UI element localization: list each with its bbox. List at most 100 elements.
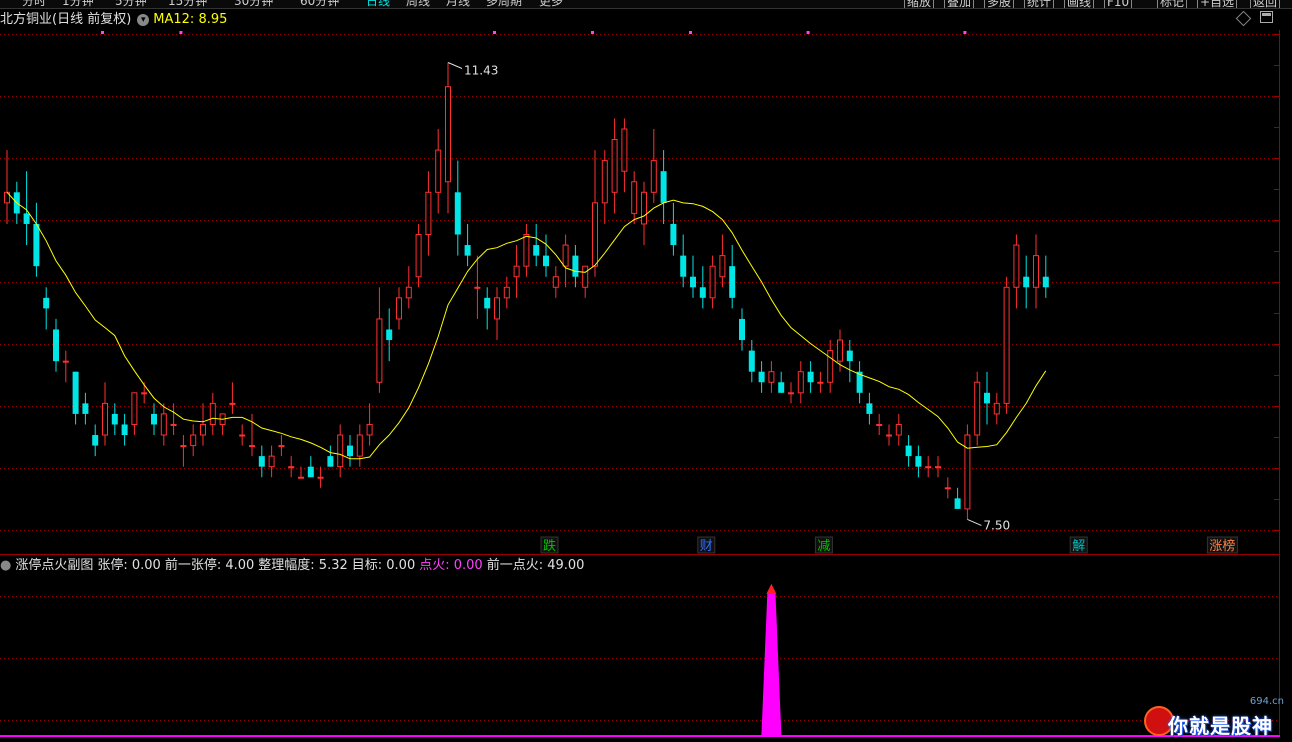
candle-body [23, 213, 30, 224]
toolbar-item[interactable]: 分时 [22, 0, 46, 8]
low-pointer [967, 518, 982, 526]
candle-body [454, 192, 461, 235]
candle-body [464, 245, 471, 256]
stock-title[interactable]: 北方铜业(日线 前复权) [0, 12, 131, 27]
candle-body [327, 456, 334, 467]
toolbar-button[interactable]: 叠加 [944, 0, 975, 8]
toolbar-item[interactable]: 30分钟 [234, 0, 273, 8]
candle-body [768, 371, 775, 383]
subchart-field: 前一张停: 4.00 [164, 558, 255, 573]
event-marker: 涨榜 [1209, 538, 1235, 554]
candle-body [572, 255, 579, 277]
candle-body [582, 265, 589, 288]
candle-body [258, 456, 265, 467]
subchart-field: 张停: 0.00 [97, 558, 161, 573]
candle-body [288, 466, 295, 469]
watermark: 694.cn 你就是股神 [1140, 696, 1290, 740]
signal-dot [179, 31, 183, 34]
toolbar-item[interactable]: 5分钟 [115, 0, 147, 8]
candle-body [200, 423, 206, 436]
candle-body [974, 381, 981, 436]
subchart[interactable] [0, 576, 1280, 741]
watermark-text: 你就是股神 [1168, 714, 1273, 738]
candle-body [709, 265, 716, 299]
window-icon[interactable] [1260, 11, 1273, 23]
candle-body [886, 434, 892, 437]
toolbar-item[interactable]: 月线 [446, 0, 470, 8]
candle-body [503, 286, 510, 299]
toolbar-button[interactable]: 标记 [1157, 0, 1188, 8]
toolbar-item[interactable]: 15分钟 [168, 0, 207, 8]
candle-body [209, 402, 216, 425]
candle-body [513, 265, 520, 278]
candle-body [229, 402, 236, 405]
toolbar-button[interactable]: 返回 [1250, 0, 1281, 8]
candle-body [650, 160, 657, 193]
subchart-name[interactable]: 涨停点火副图 [15, 558, 93, 573]
candle-body [72, 371, 79, 414]
toolbar-item[interactable]: 更多 [539, 0, 563, 8]
low-label: 7.50 [983, 518, 1010, 532]
candle-body [719, 255, 726, 278]
candle-body [876, 423, 883, 426]
candle-body [121, 424, 128, 436]
candle-body [690, 276, 696, 288]
watermark-url: 694.cn [1249, 696, 1284, 707]
indicator-dot-icon[interactable]: ● [0, 558, 11, 573]
toolbar-item[interactable]: 60分钟 [300, 0, 339, 8]
candle-body [699, 287, 706, 298]
toolbar-item[interactable]: 1分钟 [62, 0, 94, 8]
candle-body [82, 403, 89, 414]
toolbar-button[interactable]: 统计 [1024, 0, 1055, 8]
candle-body [797, 371, 804, 394]
candle-body [435, 149, 442, 193]
candle-body [160, 413, 167, 436]
candle-body [425, 191, 432, 236]
candle-body [915, 456, 922, 467]
toolbar-item[interactable]: 多周期 [486, 0, 522, 8]
candle-body [307, 466, 314, 478]
chevron-down-icon[interactable]: ▾ [137, 13, 150, 26]
candle-body [964, 434, 971, 510]
candle-body [131, 392, 138, 425]
candle-body [376, 318, 383, 383]
candle-body [788, 392, 794, 395]
toolbar-item[interactable]: 日线 [366, 0, 390, 8]
ma-label: MA12: [153, 12, 195, 27]
toolbar: 分时 1分钟 5分钟 15分钟 30分钟 60分钟 日线 周线 月线 多周期 更多 返回 +自选 标记 F1… [0, 0, 1292, 9]
candle-body [356, 434, 363, 457]
candle-body [944, 487, 951, 490]
signal-dot [493, 31, 496, 34]
candle-body [846, 350, 853, 362]
toolbar-button[interactable]: F10 [1104, 0, 1133, 8]
toolbar-button[interactable]: 画线 [1064, 0, 1095, 8]
toolbar-button[interactable]: 多股 [984, 0, 1015, 8]
subchart-field: 前一点火: 49.00 [486, 558, 585, 573]
candle-body [92, 435, 99, 446]
candle-body [1033, 255, 1039, 288]
candle-body [601, 160, 608, 204]
candle-body [758, 371, 765, 383]
candle-body [366, 423, 373, 436]
chart-title-bar: 北方铜业(日线 前复权) ▾ MA12: 8.95 [0, 10, 227, 30]
candle-body [552, 276, 559, 288]
event-marker: 减 [817, 539, 830, 554]
candle-body [866, 403, 873, 414]
candle-body [984, 392, 990, 404]
candle-body [484, 297, 491, 309]
candle-body [386, 329, 393, 341]
signal-dot [806, 31, 810, 34]
candle-body [278, 445, 285, 448]
candle-body [533, 245, 540, 256]
toolbar-button[interactable]: +自选 [1197, 0, 1238, 8]
candle-body [347, 445, 353, 457]
candle-body [611, 139, 618, 193]
candle-body [807, 371, 814, 383]
ignite-arrow-icon [766, 584, 777, 594]
diamond-icon[interactable] [1235, 10, 1252, 27]
toolbar-button[interactable]: 缩放 [904, 0, 935, 8]
candlestick-chart[interactable]: 11.43 7.50 跌 财 减 解 涨榜 [0, 30, 1280, 555]
candle-body [53, 329, 59, 362]
toolbar-item[interactable]: 周线 [406, 0, 430, 8]
candle-body [102, 402, 108, 436]
